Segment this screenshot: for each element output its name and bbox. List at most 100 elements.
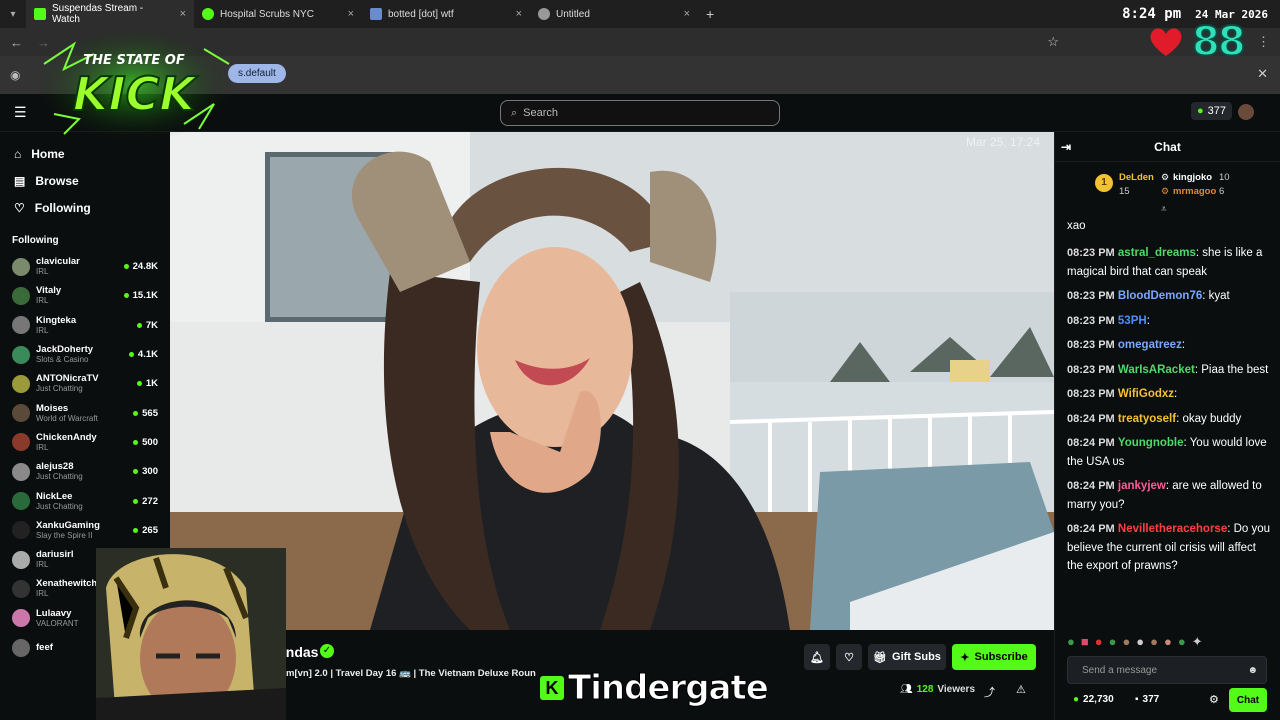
favicon-icon (370, 8, 382, 20)
frog-emote-icon[interactable]: ● (1067, 634, 1075, 650)
gift-subs-label: Gift Subs (892, 651, 941, 663)
stream-title: m[vn] 2.0 | Travel Day 16 🚌 | The Vietna… (286, 668, 536, 679)
message-time: 08:23 PM (1067, 363, 1115, 376)
channel-category: IRL (36, 325, 49, 335)
message-time: 08:23 PM (1067, 314, 1115, 327)
emote-icon[interactable]: ● (1150, 634, 1158, 650)
message-username[interactable]: BloodDemon76 (1118, 290, 1202, 302)
back-icon[interactable]: ← (10, 35, 23, 50)
message-username[interactable]: treatyoself (1118, 413, 1176, 425)
hamburger-menu-icon[interactable]: ☰ (14, 104, 27, 121)
emote-icon[interactable]: ● (1122, 634, 1130, 650)
following-item[interactable]: Moises World of Warcraft 565 (0, 398, 170, 427)
close-icon[interactable]: × (516, 8, 522, 20)
message-username[interactable]: Nevilletheracehorse (1118, 523, 1227, 535)
emote-icon[interactable]: ● (1164, 634, 1172, 650)
following-item[interactable]: ChickenAndy IRL 500 (0, 428, 170, 457)
message-username[interactable]: astral_dreams (1118, 247, 1196, 259)
settings-gear-icon[interactable]: ⚙ (1209, 693, 1219, 706)
channel-category: Just Chatting (36, 472, 83, 482)
message-time: 08:23 PM (1067, 339, 1115, 351)
chat-messages: 08:23 PM astral_dreams: she is like a ma… (1067, 244, 1271, 582)
close-icon[interactable]: × (684, 8, 690, 20)
search-input[interactable]: ⌕ Search (500, 100, 780, 126)
menu-dots-icon[interactable]: ⋮ (1257, 34, 1270, 50)
expand-leaderboard-icon[interactable]: ⩡ (1161, 204, 1167, 215)
user-avatar[interactable] (1238, 104, 1254, 120)
following-item[interactable]: Kingteka IRL 7K (0, 311, 170, 340)
emote-icon[interactable]: ✦ (1192, 634, 1203, 650)
browser-tab-3[interactable]: botted [dot] wtf × (362, 0, 530, 28)
tab-list-icon[interactable]: ▾ (0, 9, 26, 20)
emoji-icon[interactable]: ☻ (1247, 665, 1258, 676)
message-username[interactable]: omegatreez (1118, 339, 1182, 351)
points-icon: ▪ (1135, 694, 1139, 705)
follow-heart-button[interactable]: ♡ (836, 644, 862, 670)
channel-name: Moises (36, 402, 69, 414)
notification-bell-button[interactable]: 🔔︎ (804, 644, 830, 670)
chat-panel: ⇥ Chat 1 DeLden 15 ⚙ kingjoko 10 ⚙ mrmag… (1054, 132, 1280, 720)
nav-following[interactable]: ♡ Following (0, 194, 170, 221)
state-of-kick-logo: THE STATE OF KICK (34, 24, 234, 144)
coin-icon: ● (1073, 694, 1080, 705)
following-item[interactable]: clavicular IRL 24.8K (0, 252, 170, 281)
message-username[interactable]: 53PH (1118, 315, 1147, 327)
message-username[interactable]: Youngnoble (1118, 437, 1184, 449)
report-icon[interactable]: ⚠ (1016, 683, 1026, 696)
channel-name: Lulaavy (36, 607, 72, 619)
close-icon[interactable]: ✕ (1257, 66, 1268, 82)
live-dot-icon (123, 264, 129, 270)
emote-icon[interactable]: ● (1095, 634, 1103, 650)
emote-icon[interactable]: ● (1178, 634, 1186, 650)
channel-name: ChickenAndy (36, 431, 97, 443)
emote-icon[interactable]: ● (1109, 634, 1117, 650)
following-item[interactable]: XankuGaming Slay the Spire II 265 (0, 516, 170, 545)
close-icon[interactable]: × (180, 8, 186, 20)
nav-label: Browse (35, 173, 79, 188)
heart-icon: ♡ (14, 200, 25, 215)
channel-category: IRL (36, 442, 49, 452)
browser-tab-4[interactable]: Untitled × (530, 0, 698, 28)
emote-icon[interactable]: ■ (1081, 634, 1089, 650)
bookmark-star-icon[interactable]: ☆ (1047, 34, 1059, 50)
collapse-chat-icon[interactable]: ⇥ (1061, 140, 1071, 154)
stream-info-bar: endas ✓ m[vn] 2.0 | Travel Day 16 🚌 | Th… (170, 630, 1054, 720)
nav-home[interactable]: ⌂ Home (0, 140, 170, 167)
message-username[interactable]: WifiGodxz (1118, 388, 1174, 400)
close-icon[interactable]: × (348, 8, 354, 20)
following-item[interactable]: alejus28 Just Chatting 300 (0, 457, 170, 486)
chat-leaderboard: 1 DeLden 15 ⚙ kingjoko 10 ⚙ mrmagoo 6 (1095, 170, 1275, 206)
emote-icon[interactable]: ● (1136, 634, 1144, 650)
following-item[interactable]: ANTONicraTV Just Chatting 1K (0, 369, 170, 398)
new-tab-button[interactable]: + (698, 6, 722, 22)
avatar (12, 579, 30, 598)
chat-send-button[interactable]: Chat (1229, 688, 1267, 712)
video-player[interactable]: Mar 25, 17:24 (170, 132, 1054, 630)
gift-subs-button[interactable]: 🎁︎ Gift Subs (868, 644, 946, 670)
nav-browse[interactable]: ▤ Browse (0, 167, 170, 194)
message-text: Piaa the best (1201, 363, 1269, 376)
following-item[interactable]: NickLee Just Chatting 272 (0, 486, 170, 515)
bookmark-pill[interactable]: s.default (228, 64, 286, 83)
live-dot-icon (136, 381, 142, 387)
leader-count: 6 (1219, 186, 1225, 197)
send-label: Chat (1236, 694, 1260, 706)
overlay-counter: 88 (1191, 19, 1247, 65)
message-username[interactable]: jankyjew (1118, 480, 1166, 492)
avatar (12, 609, 30, 628)
share-icon[interactable]: ⤴ (984, 684, 995, 700)
leader-count: 10 (1219, 172, 1230, 183)
subscribe-button[interactable]: ✦ Subscribe (952, 644, 1036, 670)
kick-coins-badge[interactable]: ● 377 (1190, 102, 1232, 120)
live-viewers: 272 (133, 496, 158, 507)
channel-category: IRL (36, 560, 49, 570)
chat-points: ▪ 377 (1135, 694, 1159, 705)
channel-name: Xenathewitch (36, 578, 98, 590)
send-message-input[interactable]: Send a message ☻ (1067, 656, 1267, 684)
gift-icon: 🎁︎ (873, 651, 888, 664)
channel-name: JackDoherty (36, 344, 94, 356)
message-username[interactable]: WarIsARacket (1118, 364, 1195, 376)
following-item[interactable]: JackDoherty Slots & Casino 4.1K (0, 340, 170, 369)
avatar (12, 550, 30, 569)
following-item[interactable]: Vitaly IRL 15.1K (0, 281, 170, 310)
